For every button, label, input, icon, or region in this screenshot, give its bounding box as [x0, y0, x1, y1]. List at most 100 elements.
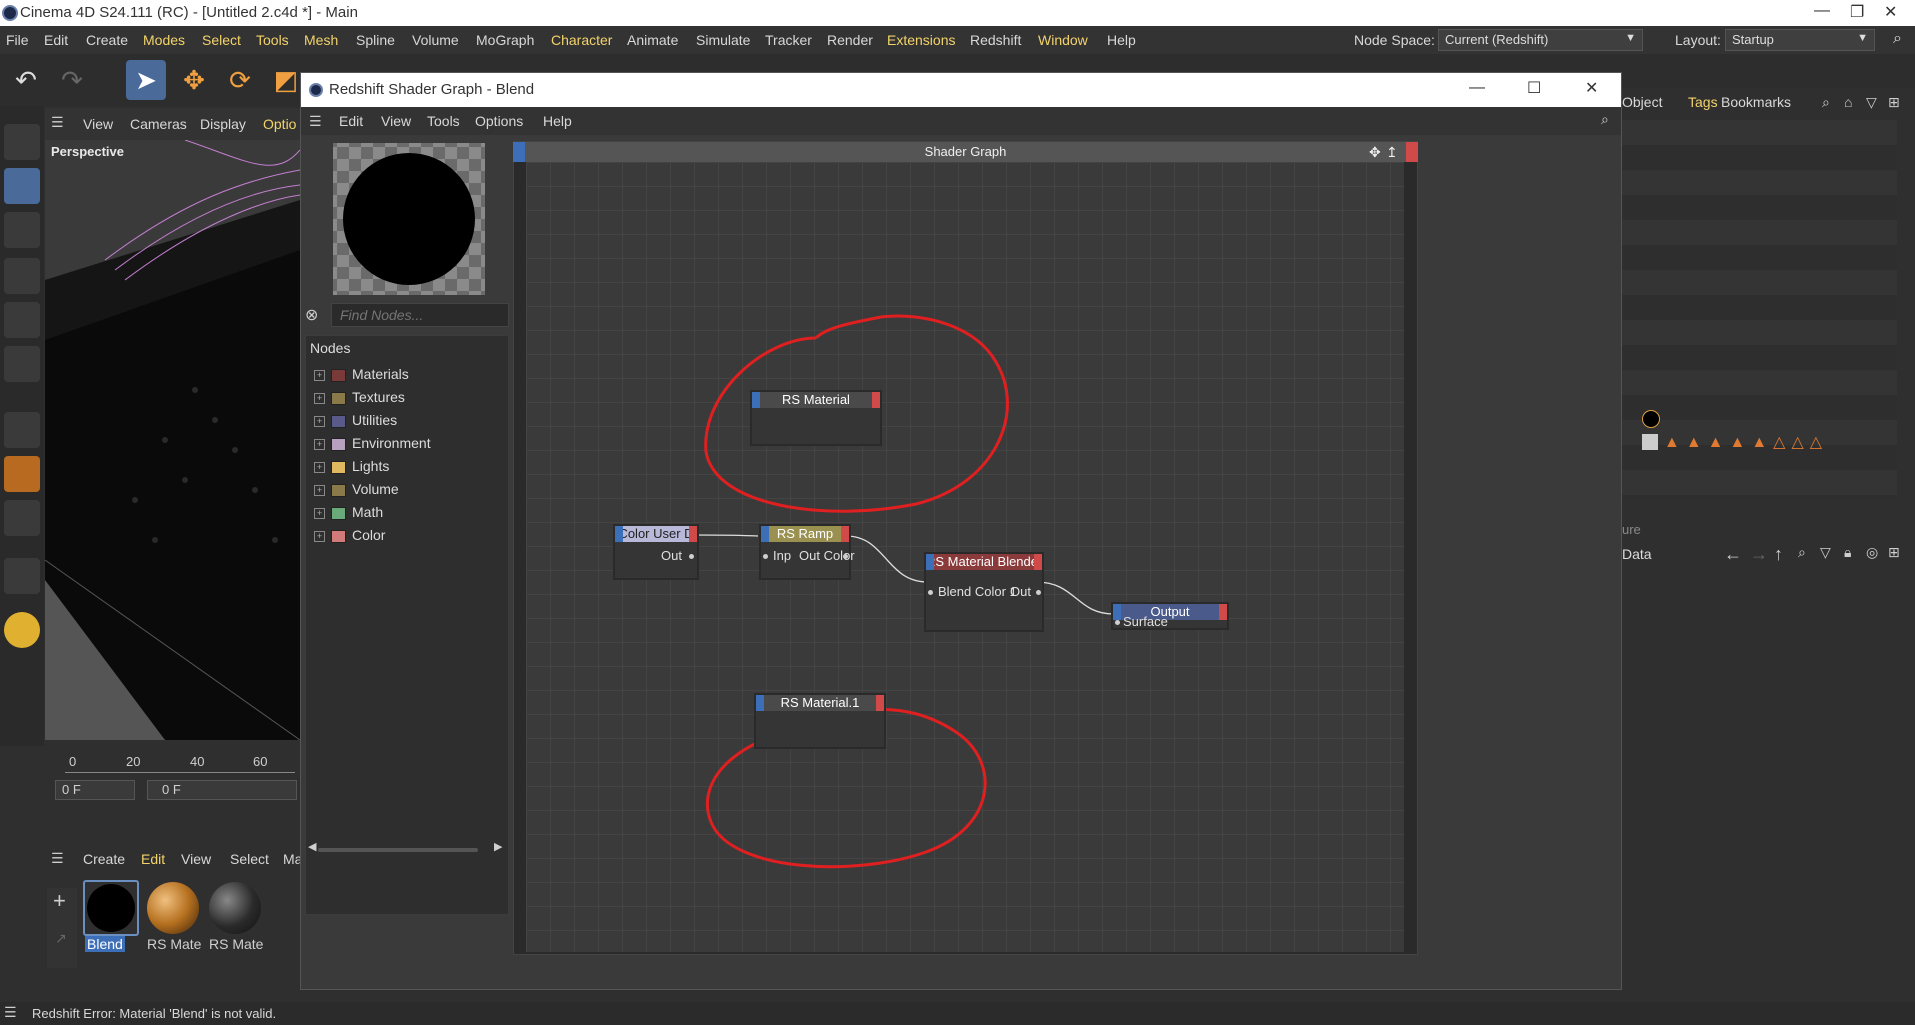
search-icon[interactable]: ⌕: [1822, 94, 1830, 111]
node-rs-material-1[interactable]: RS Material.1: [754, 693, 886, 749]
magnet-icon[interactable]: [4, 558, 40, 594]
matmgr-menu-edit[interactable]: Edit: [141, 851, 165, 867]
redshift-icon[interactable]: [4, 612, 40, 648]
node-category-volume[interactable]: + Volume: [314, 481, 399, 499]
current-frame-field[interactable]: 0 F: [55, 780, 135, 800]
input-socket[interactable]: [763, 554, 768, 559]
back-arrow-icon[interactable]: ←: [1724, 544, 1742, 565]
close-icon[interactable]: ✕: [1585, 78, 1598, 98]
add-icon[interactable]: +: [53, 888, 66, 914]
hamburger-icon[interactable]: ☰: [309, 113, 322, 130]
menu-extensions[interactable]: Extensions: [887, 32, 955, 48]
sg-menu-help[interactable]: Help: [543, 113, 572, 129]
3d-viewport[interactable]: Perspective: [45, 140, 300, 740]
filter-icon[interactable]: ▽: [1820, 544, 1831, 561]
search-icon[interactable]: ⌕: [1601, 111, 1609, 128]
redo-icon[interactable]: ↷: [52, 60, 92, 100]
minimize-icon[interactable]: —: [1814, 2, 1830, 20]
hamburger-icon[interactable]: ☰: [51, 114, 64, 131]
graph-grid[interactable]: RS Material RS Material.1 Color User D O…: [526, 162, 1404, 952]
node-space-dropdown[interactable]: Current (Redshift) ▼: [1438, 29, 1643, 51]
node-rs-material-blender[interactable]: RS Material Blender Blend Color 1 Out: [924, 552, 1044, 632]
menu-tools[interactable]: Tools: [256, 32, 289, 48]
node-input-port[interactable]: [615, 526, 623, 542]
matmgr-menu-create[interactable]: Create: [83, 851, 125, 867]
shader-graph-canvas[interactable]: Shader Graph ✥ ↥ RS Material RS Material…: [513, 141, 1418, 955]
find-nodes-input[interactable]: [331, 303, 509, 327]
checker-tag-icon[interactable]: [1642, 434, 1658, 450]
forward-arrow-icon[interactable]: →: [1750, 544, 1768, 565]
menu-select[interactable]: Select: [202, 32, 241, 48]
node-category-utilities[interactable]: + Utilities: [314, 412, 397, 430]
node-category-math[interactable]: + Math: [314, 504, 383, 522]
node-category-color[interactable]: + Color: [314, 527, 385, 545]
node-input-port[interactable]: [761, 526, 769, 542]
menu-edit[interactable]: Edit: [44, 32, 68, 48]
undo-icon[interactable]: ↶: [6, 60, 46, 100]
grid-snap-icon[interactable]: [4, 500, 40, 536]
move-tool-icon[interactable]: ✥: [174, 60, 214, 100]
minimize-icon[interactable]: —: [1469, 79, 1485, 97]
menu-animate[interactable]: Animate: [627, 32, 678, 48]
menu-character[interactable]: Character: [551, 32, 612, 48]
matmgr-menu-select[interactable]: Select: [230, 851, 269, 867]
node-output-port[interactable]: [1219, 604, 1227, 620]
hamburger-icon[interactable]: ☰: [4, 1004, 17, 1021]
node-category-lights[interactable]: + Lights: [314, 458, 389, 476]
tab-tags[interactable]: Tags: [1688, 94, 1718, 110]
viewport-menu-options[interactable]: Optio: [263, 116, 296, 132]
node-rs-ramp[interactable]: RS Ramp Inp Out Color: [759, 524, 855, 580]
node-rs-material[interactable]: RS Material: [750, 390, 882, 446]
maximize-icon[interactable]: ☐: [1527, 78, 1541, 98]
material-preview-rs-mate-1[interactable]: [147, 882, 199, 934]
node-input-port[interactable]: [926, 554, 934, 570]
input-socket[interactable]: [1115, 620, 1120, 625]
menu-mograph[interactable]: MoGraph: [476, 32, 534, 48]
node-category-materials[interactable]: + Materials: [314, 366, 409, 384]
workplane-icon[interactable]: [4, 456, 40, 492]
points-mode-icon[interactable]: [4, 258, 40, 294]
matmgr-menu-view[interactable]: View: [181, 851, 211, 867]
node-input-port[interactable]: [756, 695, 764, 711]
hamburger-icon[interactable]: ☰: [51, 850, 64, 867]
add-icon[interactable]: ⊞: [1888, 94, 1900, 111]
move-icon[interactable]: ✥: [1369, 142, 1381, 162]
menu-create[interactable]: Create: [86, 32, 128, 48]
edges-mode-icon[interactable]: [4, 302, 40, 338]
filter-icon[interactable]: ▽: [1866, 94, 1877, 111]
menu-volume[interactable]: Volume: [412, 32, 459, 48]
input-socket[interactable]: [928, 590, 933, 595]
up-arrow-icon[interactable]: ↑: [1774, 544, 1783, 565]
close-icon[interactable]: ✕: [1884, 2, 1897, 22]
sg-menu-view[interactable]: View: [381, 113, 411, 129]
axis-icon[interactable]: [4, 412, 40, 448]
menu-help[interactable]: Help: [1107, 32, 1136, 48]
menu-tracker[interactable]: Tracker: [765, 32, 812, 48]
node-output-port[interactable]: [841, 526, 849, 542]
menu-render[interactable]: Render: [827, 32, 873, 48]
menu-redshift[interactable]: Redshift: [970, 32, 1021, 48]
restore-icon[interactable]: ❐: [1850, 2, 1864, 22]
texture-mode-icon[interactable]: [4, 212, 40, 248]
tab-bookmarks[interactable]: Bookmarks: [1721, 94, 1791, 110]
scroll-right-icon[interactable]: ▶: [494, 840, 502, 853]
output-socket[interactable]: [1036, 590, 1041, 595]
search-icon[interactable]: ⌕: [1893, 30, 1902, 48]
node-output-port[interactable]: [1034, 554, 1042, 570]
resize-icon[interactable]: ↥: [1386, 142, 1398, 162]
layout-dropdown[interactable]: Startup ▼: [1725, 29, 1875, 51]
add-icon[interactable]: ⊞: [1888, 544, 1900, 561]
node-input-port[interactable]: [752, 392, 760, 408]
end-frame-field[interactable]: 0 F: [147, 780, 297, 800]
sg-menu-tools[interactable]: Tools: [427, 113, 460, 129]
sg-menu-edit[interactable]: Edit: [339, 113, 363, 129]
menu-simulate[interactable]: Simulate: [696, 32, 750, 48]
node-output-port[interactable]: [872, 392, 880, 408]
output-socket[interactable]: [689, 554, 694, 559]
lock-icon[interactable]: 🔒︎: [1844, 544, 1851, 561]
polygons-mode-icon[interactable]: [4, 346, 40, 382]
node-color-user-data[interactable]: Color User D Out: [613, 524, 699, 580]
viewport-menu-cameras[interactable]: Cameras: [130, 116, 187, 132]
scroll-left-icon[interactable]: ◀: [308, 840, 316, 853]
sg-menu-options[interactable]: Options: [475, 113, 523, 129]
